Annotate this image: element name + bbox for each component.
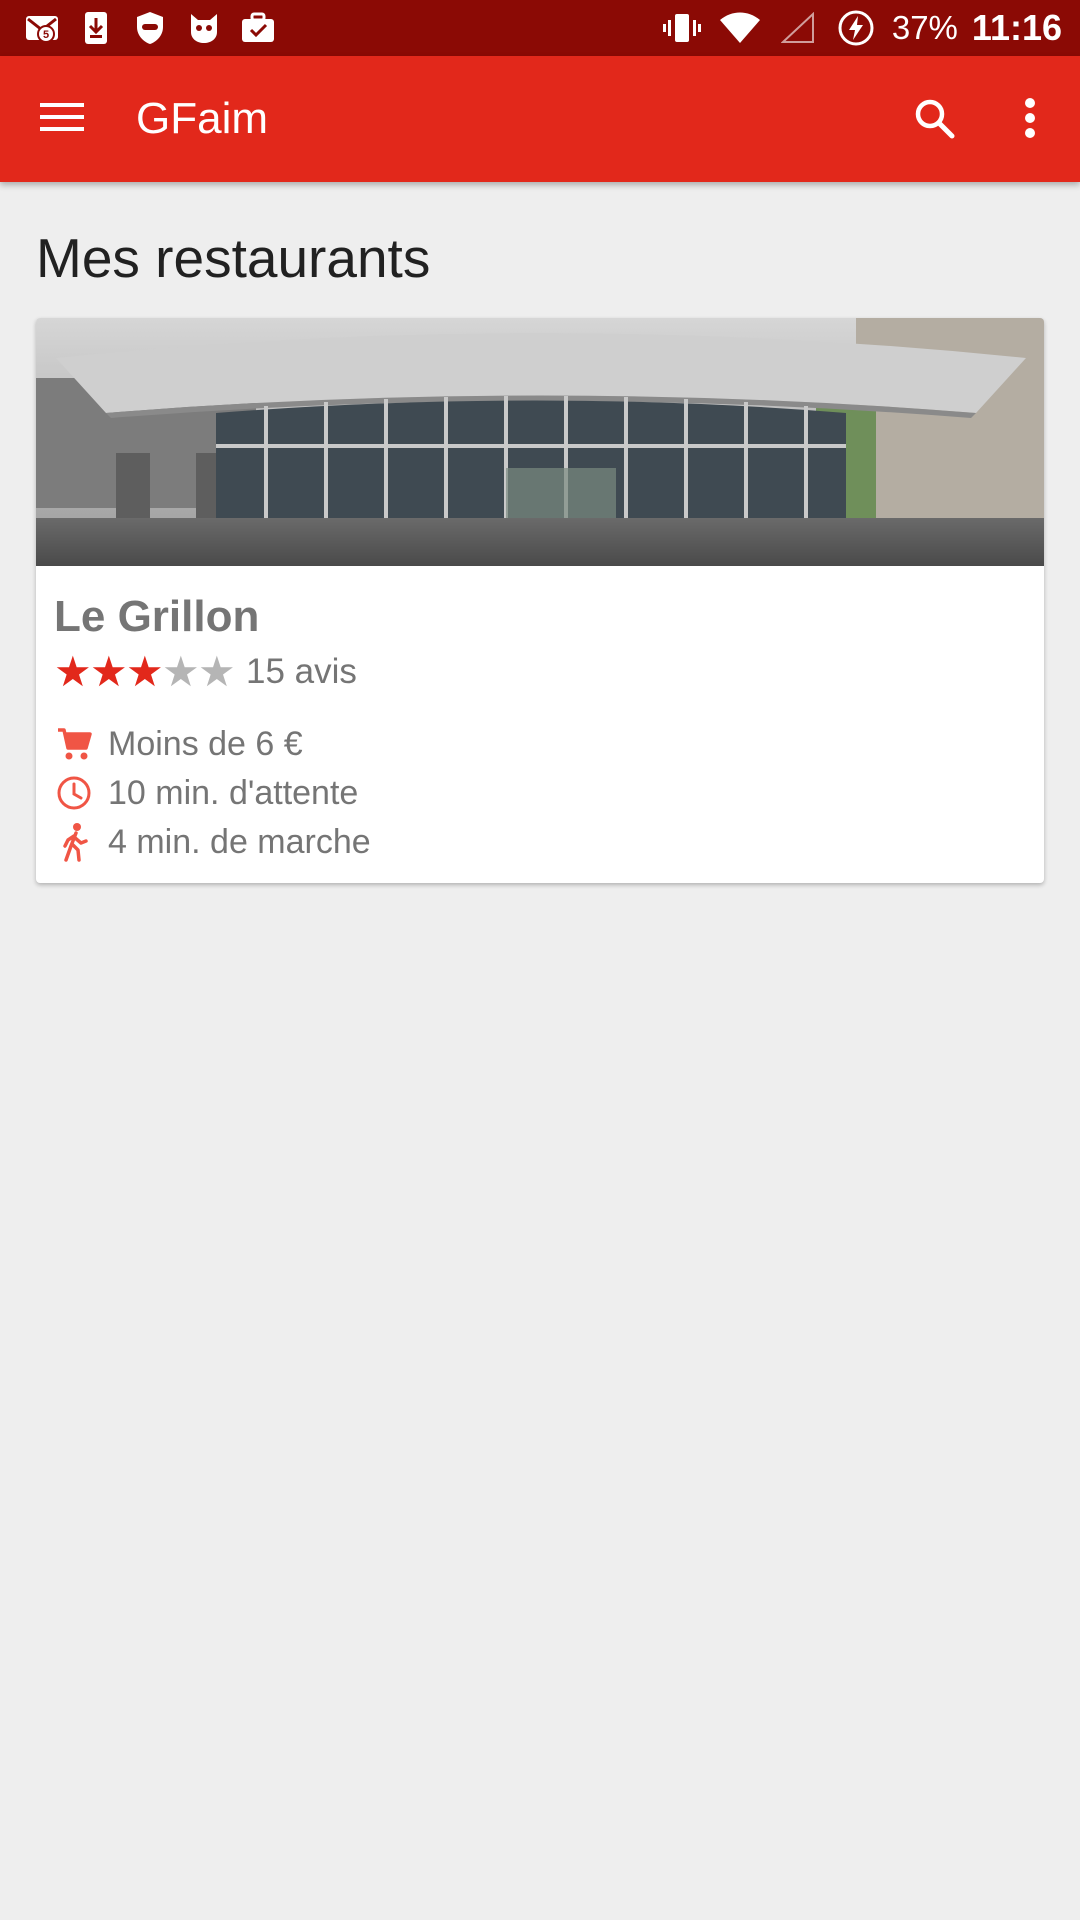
more-options-button[interactable] (1008, 86, 1052, 154)
menu-icon (40, 101, 84, 138)
menu-button[interactable] (26, 89, 98, 149)
cart-icon (54, 724, 94, 764)
download-icon (76, 8, 116, 48)
signal-icon (776, 6, 820, 50)
star-icon: ★ (90, 648, 128, 695)
price-text: Moins de 6 € (108, 724, 303, 763)
review-count: 15 avis (246, 652, 357, 691)
star-icon: ★ (54, 648, 92, 695)
star-icon: ★ (162, 648, 200, 695)
battery-percent: 37% (891, 9, 958, 46)
vibrate-icon (660, 6, 704, 50)
svg-text:5: 5 (43, 29, 49, 41)
restaurant-card[interactable]: Le Grillon ★ ★ ★ ★ ★ 15 avis Moins de 6 … (36, 318, 1044, 883)
star-icon: ★ (126, 648, 164, 695)
status-bar: 5 37% 11:16 (0, 0, 1080, 56)
battery-saver-icon (834, 6, 878, 50)
page-title: Mes restaurants (36, 227, 431, 289)
briefcase-check-icon (238, 8, 278, 48)
notification-icons: 5 (22, 8, 278, 48)
star-icon: ★ (198, 648, 236, 695)
wait-text: 10 min. d'attente (108, 773, 359, 812)
app-bar: GFaim (0, 56, 1080, 182)
search-button[interactable] (900, 86, 968, 154)
walk-icon (54, 822, 94, 862)
clock-icon (54, 773, 94, 813)
rating-row: ★ ★ ★ ★ ★ 15 avis (54, 648, 357, 696)
restaurant-photo (36, 318, 1044, 566)
more-vert-icon (1024, 97, 1036, 144)
star-rating: ★ ★ ★ ★ ★ (54, 648, 236, 695)
gmail-icon: 5 (22, 8, 62, 48)
system-status: 37% 11:16 (660, 0, 1062, 56)
wifi-icon (718, 6, 762, 50)
price-row: Moins de 6 € (54, 720, 303, 768)
walk-row: 4 min. de marche (54, 818, 371, 866)
shield-icon (130, 8, 170, 48)
clock: 11:16 (971, 7, 1062, 48)
app-title: GFaim (136, 94, 268, 143)
search-icon (913, 97, 955, 144)
walk-text: 4 min. de marche (108, 822, 371, 861)
cat-mascot-icon (184, 8, 224, 48)
wait-row: 10 min. d'attente (54, 769, 358, 817)
restaurant-name: Le Grillon (54, 592, 260, 641)
